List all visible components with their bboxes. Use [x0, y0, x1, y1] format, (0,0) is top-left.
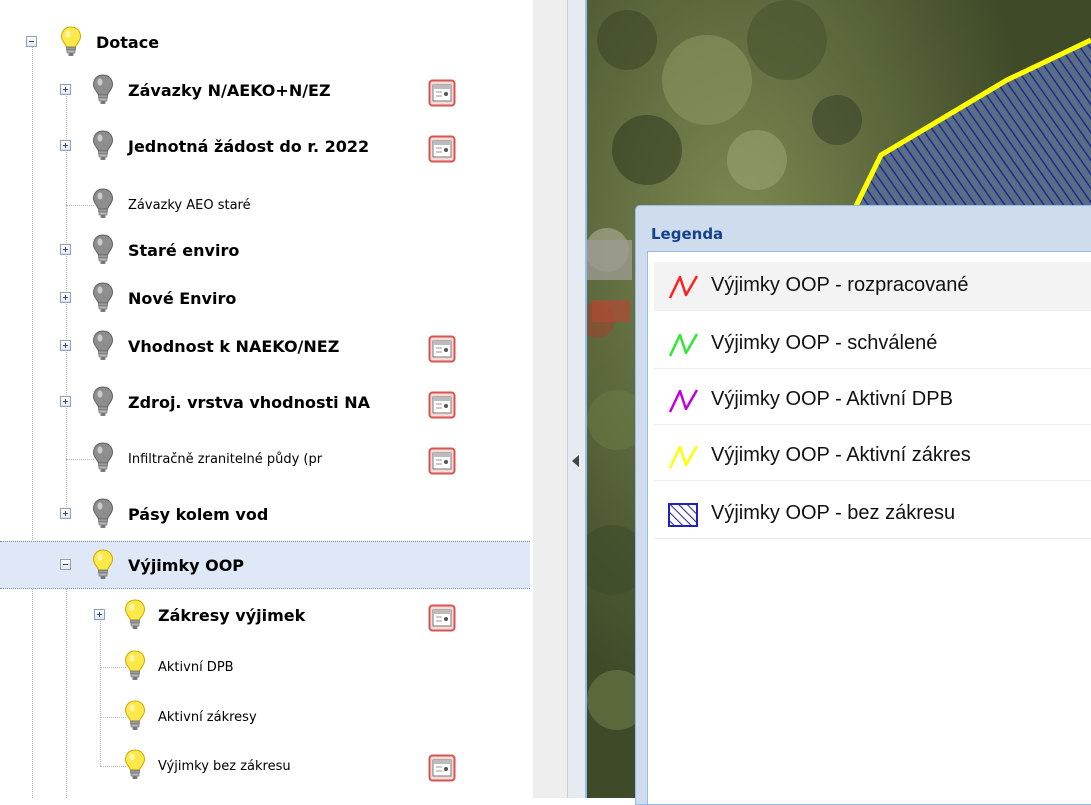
layer-tree-item[interactable]: Vhodnost k NAEKO/NEZ: [0, 323, 530, 371]
layer-settings-icon[interactable]: [428, 754, 456, 782]
layer-label: Zdroj. vrstva vhodnosti NA: [128, 393, 371, 412]
legend-item: Výjimky OOP - bez zákresu: [654, 490, 1091, 539]
layer-label: Zákresy výjimek: [158, 606, 306, 625]
layer-settings-icon[interactable]: [428, 447, 456, 475]
layer-tree-item[interactable]: Výjimky bez zákresu: [0, 742, 530, 790]
plus-box-icon[interactable]: [60, 396, 71, 407]
legend-item: Výjimky OOP - schválené: [654, 320, 1091, 369]
legend-item-label: Výjimky OOP - Aktivní DPB: [711, 388, 953, 410]
layer-label: Vhodnost k NAEKO/NEZ: [128, 337, 340, 356]
legend-item: Výjimky OOP - Aktivní zákres: [654, 432, 1091, 481]
lightbulb-off-icon[interactable]: [92, 233, 114, 267]
line-symbol-icon: [666, 331, 700, 359]
plus-box-icon[interactable]: [94, 609, 105, 620]
layer-tree-item[interactable]: Infiltračně zranitelné půdy (pr: [0, 435, 530, 483]
layer-tree-item[interactable]: Zákresy výjimek: [0, 592, 530, 640]
minus-box-icon[interactable]: [26, 36, 37, 47]
legend-item-label: Výjimky OOP - bez zákresu: [711, 502, 956, 524]
legend-item: Výjimky OOP - rozpracované: [654, 262, 1091, 311]
lightbulb-on-icon[interactable]: [92, 548, 114, 582]
layer-settings-icon[interactable]: [428, 335, 456, 363]
plus-box-icon[interactable]: [60, 244, 71, 255]
legend-item-label: Výjimky OOP - Aktivní zákres: [711, 444, 971, 466]
lightbulb-off-icon[interactable]: [92, 129, 114, 163]
lightbulb-off-icon[interactable]: [92, 187, 114, 221]
layer-label: Jednotná žádost do r. 2022: [128, 137, 370, 156]
lightbulb-off-icon[interactable]: [92, 497, 114, 531]
tree-connector: [66, 205, 94, 206]
layer-tree-panel: Dotace Závazky N/AEKO+N/EZ Jednotná žádost…: [0, 0, 533, 798]
line-symbol-icon: [666, 443, 700, 471]
layer-label: Infiltračně zranitelné půdy (pr: [128, 452, 323, 467]
collapse-arrow-icon[interactable]: [572, 455, 579, 467]
layer-tree-item[interactable]: Zdroj. vrstva vhodnosti NA: [0, 379, 530, 427]
layer-label: Aktivní DPB: [158, 660, 234, 675]
layer-label: Závazky AEO staré: [128, 198, 251, 213]
plus-box-icon[interactable]: [60, 84, 71, 95]
layer-tree-item[interactable]: Závazky AEO staré: [0, 181, 530, 229]
layer-label: Výjimky OOP: [128, 556, 245, 575]
plus-box-icon[interactable]: [60, 140, 71, 151]
plus-box-icon[interactable]: [60, 340, 71, 351]
tree-connector: [66, 459, 94, 460]
layer-tree-item[interactable]: Nové Enviro: [0, 275, 530, 323]
panel-gap: [533, 0, 567, 798]
lightbulb-on-icon[interactable]: [124, 699, 146, 733]
lightbulb-off-icon[interactable]: [92, 73, 114, 107]
layer-label: Výjimky bez zákresu: [158, 759, 291, 774]
layer-tree-item[interactable]: Výjimky OOP: [0, 541, 530, 589]
layer-label: Pásy kolem vod: [128, 505, 269, 524]
minus-box-icon[interactable]: [60, 559, 71, 570]
lightbulb-on-icon[interactable]: [60, 25, 82, 59]
layer-settings-icon[interactable]: [428, 391, 456, 419]
lightbulb-off-icon[interactable]: [92, 385, 114, 419]
layer-tree-item[interactable]: Staré enviro: [0, 227, 530, 275]
tree-connector: [100, 717, 126, 718]
layer-tree-item[interactable]: Aktivní zákresy: [0, 693, 530, 741]
layer-label: Závazky N/AEKO+N/EZ: [128, 81, 331, 100]
layer-label: Aktivní zákresy: [158, 710, 257, 725]
hatch-fill-icon: [666, 501, 700, 529]
lightbulb-off-icon[interactable]: [92, 441, 114, 475]
layer-tree-item[interactable]: Jednotná žádost do r. 2022: [0, 123, 530, 171]
legend-item-label: Výjimky OOP - schválené: [711, 332, 938, 354]
layer-settings-icon[interactable]: [428, 79, 456, 107]
layer-tree-item[interactable]: Dotace: [0, 19, 530, 67]
lightbulb-on-icon[interactable]: [124, 748, 146, 782]
lightbulb-on-icon[interactable]: [124, 649, 146, 683]
layer-label: Staré enviro: [128, 241, 240, 260]
layer-label: Dotace: [96, 33, 160, 52]
panel-splitter[interactable]: [567, 0, 587, 798]
legend-body: Výjimky OOP - rozpracované Výjimky OOP - …: [647, 251, 1091, 804]
layer-settings-icon[interactable]: [428, 135, 456, 163]
tree-connector: [100, 766, 126, 767]
layer-label: Nové Enviro: [128, 289, 237, 308]
line-symbol-icon: [666, 273, 700, 301]
layer-tree-item[interactable]: Závazky N/AEKO+N/EZ: [0, 67, 530, 115]
legend-item-label: Výjimky OOP - rozpracované: [711, 274, 969, 296]
legend-item: Výjimky OOP - Aktivní DPB: [654, 376, 1091, 425]
legend-window[interactable]: Legenda Výjimky OOP - rozpracované Výjimk…: [635, 205, 1091, 805]
layer-settings-icon[interactable]: [428, 604, 456, 632]
plus-box-icon[interactable]: [60, 508, 71, 519]
lightbulb-off-icon[interactable]: [92, 329, 114, 363]
lightbulb-on-icon[interactable]: [124, 598, 146, 632]
plus-box-icon[interactable]: [60, 292, 71, 303]
layer-tree-item[interactable]: Aktivní DPB: [0, 643, 530, 691]
layer-tree-item[interactable]: Pásy kolem vod: [0, 491, 530, 539]
lightbulb-off-icon[interactable]: [92, 281, 114, 315]
legend-title: Legenda: [651, 225, 724, 243]
tree-connector: [100, 667, 126, 668]
line-symbol-icon: [666, 387, 700, 415]
